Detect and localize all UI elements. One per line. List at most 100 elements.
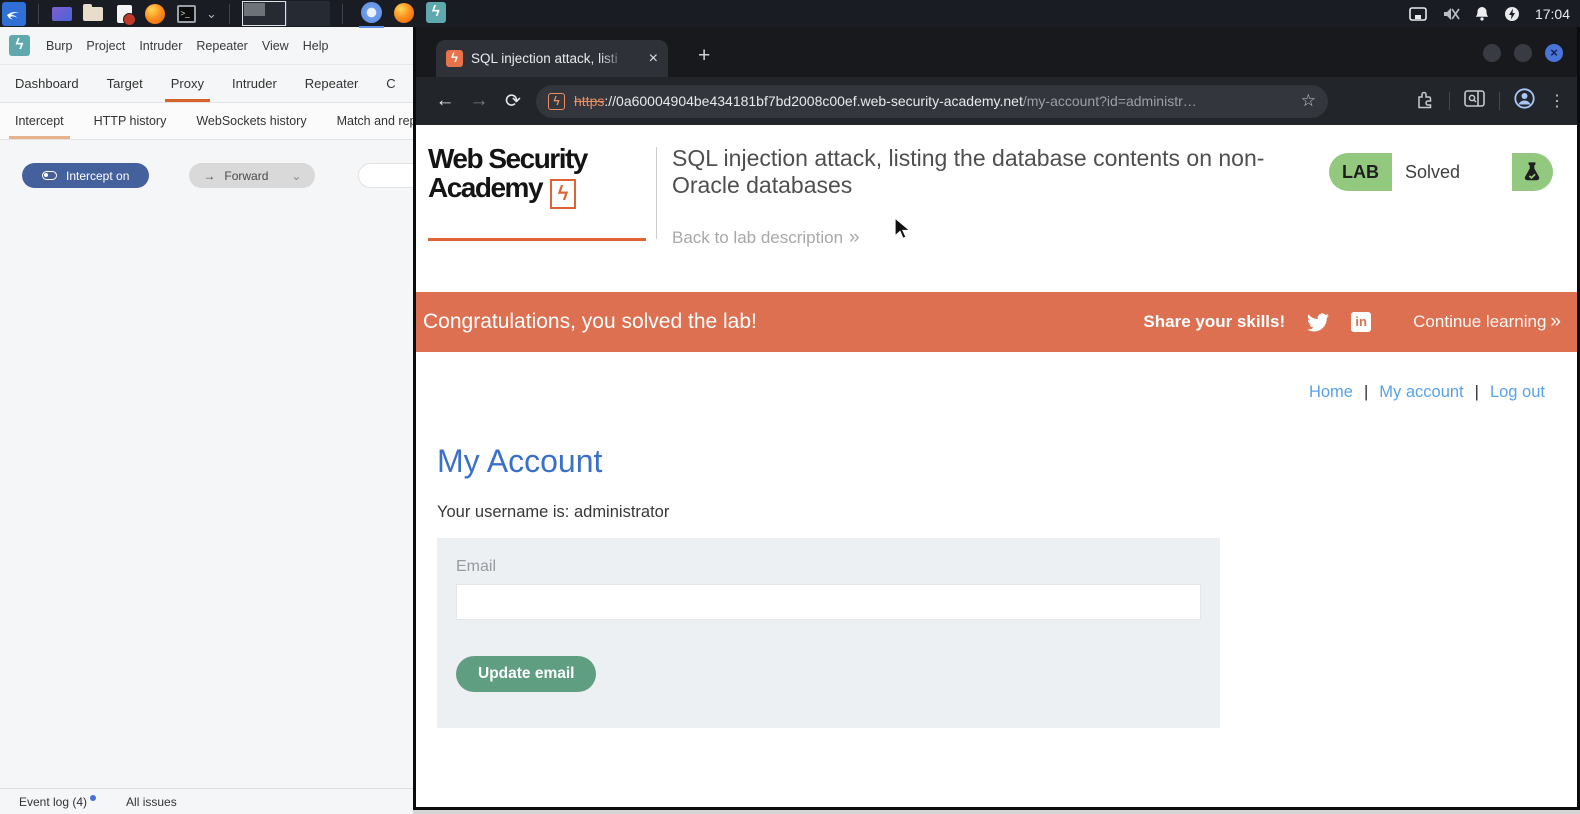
burp-intercept-toolbar: Intercept on → Forward ⌄ (0, 163, 413, 188)
username-line: Your username is: administrator (437, 503, 669, 522)
workspace-1[interactable] (242, 1, 286, 26)
menu-project[interactable]: Project (86, 39, 125, 53)
flask-icon (1512, 153, 1553, 191)
taskbar-separator (229, 4, 230, 24)
lab-badge-label: LAB (1329, 162, 1392, 183)
new-tab-button[interactable]: + (698, 45, 710, 66)
url-text[interactable]: https://0a60004904be434181bf7bd2008c00ef… (574, 93, 1292, 109)
tab-title: SQL injection attack, listi (471, 51, 631, 66)
close-window-button[interactable]: × (1545, 44, 1563, 62)
menu-repeater[interactable]: Repeater (196, 39, 247, 53)
burp-main-tabs: Dashboard Target Proxy Intruder Repeater… (0, 65, 413, 103)
extension-icon[interactable] (1415, 89, 1435, 114)
logo-line2: Academyϟ (428, 174, 587, 206)
my-account-heading: My Account (437, 443, 602, 480)
tab-proxy[interactable]: Proxy (171, 65, 204, 102)
tab-collaborator-cutoff[interactable]: C (386, 65, 395, 102)
lab-status-widget: LAB Solved (1329, 153, 1553, 191)
email-label: Email (456, 558, 496, 576)
banner-message: Congratulations, you solved the lab! (416, 310, 1143, 334)
kali-menu-icon[interactable] (2, 2, 26, 26)
menu-intruder[interactable]: Intruder (139, 39, 182, 53)
taskbar-separator (38, 4, 39, 24)
terminal-window-icon[interactable] (51, 3, 73, 25)
subtab-http-history[interactable]: HTTP history (94, 103, 167, 139)
subtab-match-and-replace[interactable]: Match and rep (337, 103, 413, 139)
congratulations-banner: Congratulations, you solved the lab! Sha… (416, 292, 1577, 352)
event-log-dot (90, 795, 96, 801)
back-button[interactable]: ← (428, 90, 462, 112)
tab-intruder[interactable]: Intruder (232, 65, 277, 102)
reload-button[interactable]: ⟳ (496, 90, 530, 113)
profile-icon[interactable] (1514, 88, 1535, 114)
logo-underline (428, 238, 646, 241)
tab-repeater[interactable]: Repeater (305, 65, 358, 102)
all-issues-button[interactable]: All issues (126, 795, 177, 809)
email-input[interactable] (456, 584, 1201, 620)
chevron-down-icon[interactable]: ⌄ (291, 169, 301, 183)
back-to-lab-description-link[interactable]: Back to lab description» (672, 227, 860, 249)
linkedin-icon[interactable]: in (1351, 312, 1371, 332)
tab-close-icon[interactable]: × (649, 50, 658, 68)
maximize-button[interactable] (1514, 44, 1532, 62)
side-panel-search-icon[interactable] (1464, 90, 1485, 112)
clock: 17:04 (1535, 6, 1570, 22)
double-chevron-icon: » (849, 227, 860, 248)
address-bar[interactable]: ϟ https://0a60004904be434181bf7bd2008c00… (536, 85, 1328, 118)
site-info-chip-icon[interactable]: ϟ (548, 93, 565, 110)
double-chevron-icon: » (1550, 311, 1561, 332)
kebab-menu-icon[interactable]: ⋮ (1549, 91, 1565, 111)
tab-dashboard[interactable]: Dashboard (15, 65, 79, 102)
browser-tab[interactable]: ϟ SQL injection attack, listi × (436, 40, 668, 77)
toolbar-separator (1499, 92, 1500, 110)
dock-burpsuite-icon[interactable]: ϟ (426, 2, 446, 25)
workspace-2[interactable] (286, 1, 330, 26)
header-divider (656, 147, 657, 239)
browser-window: ϟ SQL injection attack, listi × + × ← → … (413, 27, 1580, 810)
toolbar-separator (1449, 92, 1450, 110)
menu-help[interactable]: Help (303, 39, 329, 53)
network-icon[interactable] (1409, 7, 1427, 21)
burp-menubar: ϟ Burp Project Intruder Repeater View He… (0, 27, 413, 65)
update-email-button[interactable]: Update email (456, 656, 596, 692)
email-form-panel: Email Update email (437, 538, 1220, 728)
chevron-down-icon[interactable]: ⌄ (206, 9, 217, 19)
dock-chromium-icon[interactable] (361, 2, 382, 25)
url-host: ://0a60004904be434181bf7bd2008c00ef.web-… (604, 93, 1023, 109)
subtab-websockets-history[interactable]: WebSockets history (196, 103, 306, 139)
event-log-button[interactable]: Event log (4) (19, 795, 96, 809)
continue-learning-link[interactable]: Continue learning» (1413, 311, 1577, 333)
forward-button[interactable]: → Forward ⌄ (189, 163, 315, 188)
intercept-toggle-button[interactable]: Intercept on (22, 163, 149, 188)
menu-burp[interactable]: Burp (46, 39, 72, 53)
burp-status-bar: Event log (4) All issues (0, 788, 413, 814)
lab-status-text: Solved (1392, 153, 1512, 191)
minimize-button[interactable] (1483, 44, 1501, 62)
drop-button-cutoff[interactable] (358, 163, 413, 188)
nav-my-account-link[interactable]: My account (1379, 383, 1463, 401)
firefox-icon[interactable] (144, 3, 166, 25)
file-manager-icon[interactable] (82, 3, 104, 25)
power-indicator-icon[interactable] (1504, 6, 1520, 22)
web-security-academy-logo[interactable]: Web Security Academyϟ (428, 145, 587, 206)
notifications-bell-icon[interactable] (1475, 6, 1489, 21)
tab-target[interactable]: Target (107, 65, 143, 102)
workspace-switcher[interactable] (242, 1, 330, 26)
dock-firefox-icon[interactable] (394, 3, 414, 25)
audio-muted-icon[interactable] (1442, 7, 1460, 21)
toggle-icon (42, 171, 57, 180)
terminal-icon[interactable]: >_ (175, 3, 197, 25)
url-scheme: https (574, 93, 604, 109)
twitter-icon[interactable] (1307, 313, 1329, 332)
text-editor-icon[interactable] (113, 3, 135, 25)
forward-button[interactable]: → (462, 90, 496, 112)
bookmark-star-icon[interactable]: ☆ (1301, 91, 1316, 111)
nav-log-out-link[interactable]: Log out (1490, 383, 1545, 401)
share-skills-label: Share your skills! (1143, 312, 1285, 332)
lab-favicon-icon: ϟ (446, 50, 463, 67)
menu-view[interactable]: View (262, 39, 289, 53)
forward-arrow-icon: → (203, 169, 215, 183)
subtab-intercept[interactable]: Intercept (15, 103, 64, 139)
nav-home-link[interactable]: Home (1309, 383, 1353, 401)
url-path: /my-account?id=administr… (1023, 93, 1197, 109)
